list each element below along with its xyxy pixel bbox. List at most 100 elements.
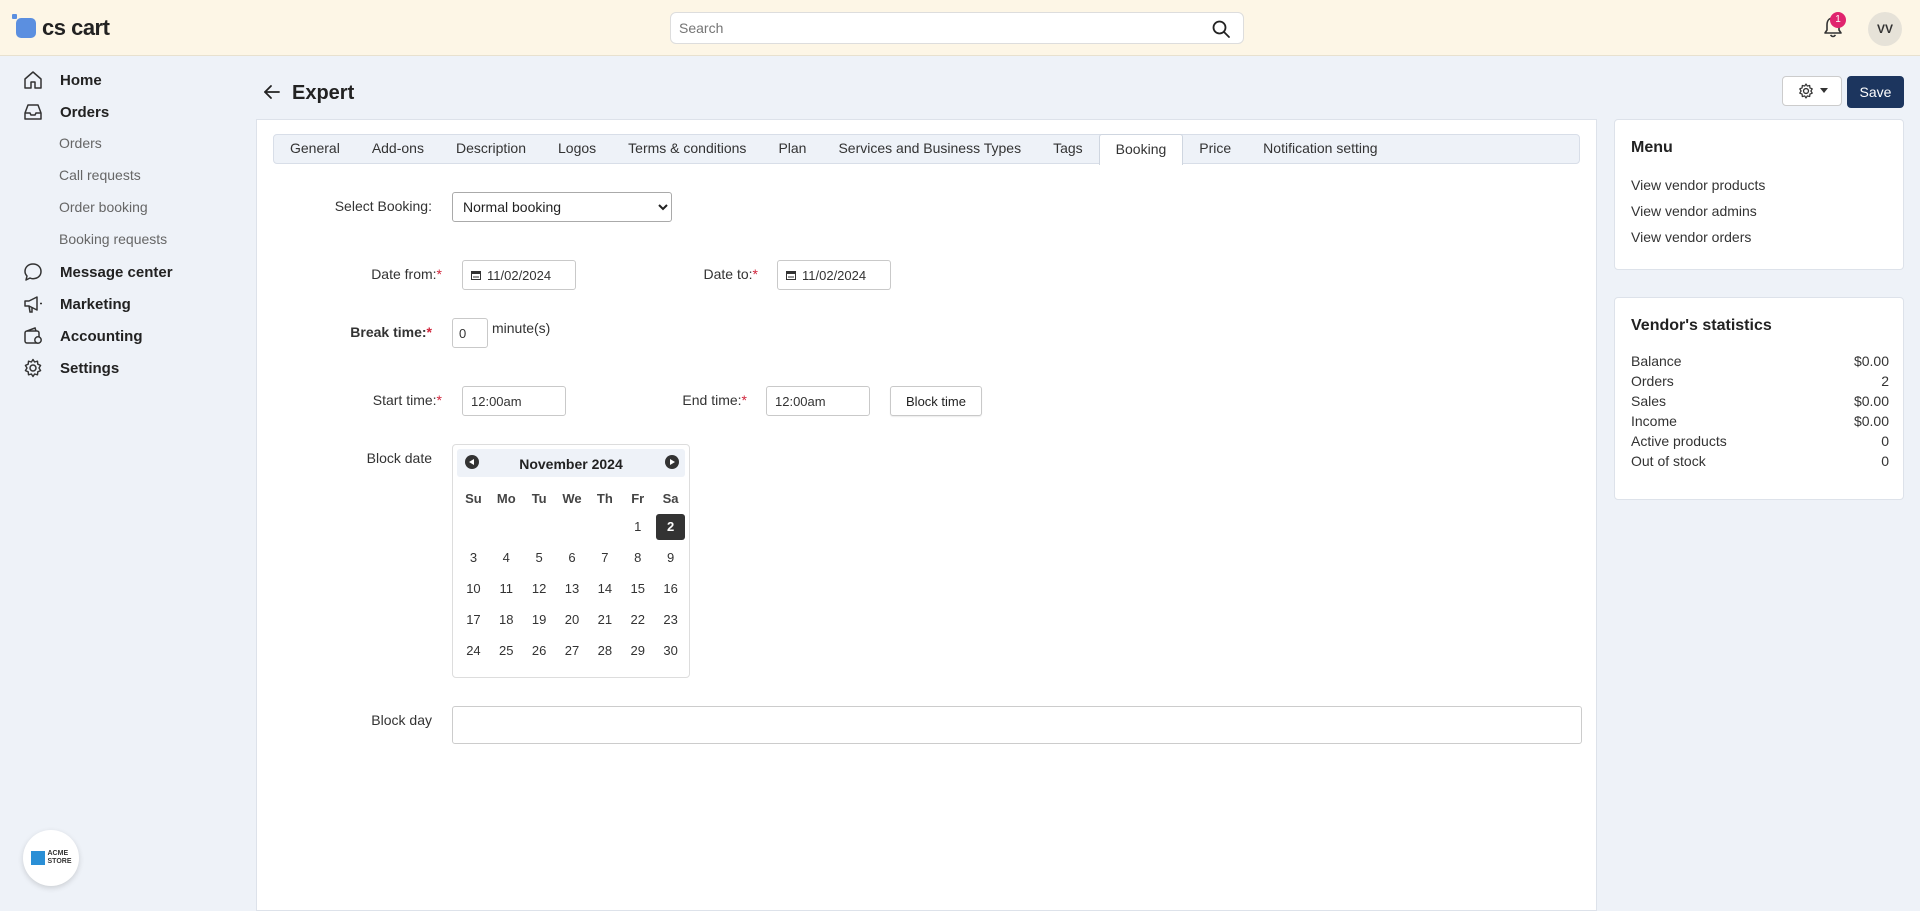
- calendar-day[interactable]: 29: [621, 638, 654, 664]
- calendar-day[interactable]: 30: [654, 638, 687, 664]
- tab-services-business-types[interactable]: Services and Business Types: [822, 134, 1037, 164]
- calendar-day[interactable]: 9: [654, 545, 687, 571]
- settings-dropdown-button[interactable]: [1782, 76, 1842, 106]
- calendar-day[interactable]: 6: [556, 545, 589, 571]
- logo[interactable]: cs cart: [12, 14, 110, 42]
- block-day-input[interactable]: [452, 706, 1582, 744]
- calendar-day[interactable]: 7: [588, 545, 621, 571]
- back-arrow-icon[interactable]: [262, 82, 282, 102]
- calendar-day[interactable]: 23: [654, 607, 687, 633]
- logo-icon: [12, 14, 36, 38]
- calendar-day[interactable]: 15: [621, 576, 654, 602]
- calendar-day[interactable]: 28: [588, 638, 621, 664]
- sidebar-subitem-booking-requests[interactable]: Booking requests: [59, 231, 167, 247]
- stat-label: Income: [1631, 413, 1677, 429]
- end-time-label: End time:*: [620, 392, 747, 408]
- tab-terms-conditions[interactable]: Terms & conditions: [612, 134, 762, 164]
- calendar-day[interactable]: 1: [621, 514, 654, 540]
- calendar-day[interactable]: 18: [490, 607, 523, 633]
- tab-logos[interactable]: Logos: [542, 134, 612, 164]
- tab-description[interactable]: Description: [440, 134, 542, 164]
- calendar-day[interactable]: 4: [490, 545, 523, 571]
- calendar-day[interactable]: 13: [556, 576, 589, 602]
- view-vendor-orders-link[interactable]: View vendor orders: [1631, 229, 1751, 245]
- calendar-day[interactable]: 27: [556, 638, 589, 664]
- sidebar-subitem-orders[interactable]: Orders: [59, 135, 102, 151]
- view-vendor-admins-link[interactable]: View vendor admins: [1631, 203, 1757, 219]
- stat-row-out-of-stock: Out of stock 0: [1631, 453, 1889, 469]
- tab-booking[interactable]: Booking: [1098, 134, 1184, 165]
- save-button[interactable]: Save: [1847, 76, 1904, 108]
- view-vendor-products-link[interactable]: View vendor products: [1631, 177, 1765, 193]
- calendar-day[interactable]: 3: [457, 545, 490, 571]
- date-to-input[interactable]: 11/02/2024: [777, 260, 891, 290]
- calendar-day[interactable]: 10: [457, 576, 490, 602]
- start-time-input[interactable]: 12:00am: [462, 386, 566, 416]
- break-time-label-text: Break time:: [350, 324, 427, 340]
- calendar-day[interactable]: 8: [621, 545, 654, 571]
- sidebar-item-message-center[interactable]: Message center: [22, 260, 173, 284]
- block-date-label: Block date: [366, 450, 432, 466]
- calendar-day[interactable]: 21: [588, 607, 621, 633]
- sidebar-subitem-call-requests[interactable]: Call requests: [59, 167, 141, 183]
- tab-notification-setting[interactable]: Notification setting: [1247, 134, 1393, 164]
- calendar-day[interactable]: 19: [523, 607, 556, 633]
- page-title: Expert: [292, 82, 355, 104]
- date-from-input[interactable]: 11/02/2024: [462, 260, 576, 290]
- calendar-day[interactable]: 25: [490, 638, 523, 664]
- week-row: 1 2: [457, 511, 687, 542]
- tab-plan[interactable]: Plan: [762, 134, 822, 164]
- logo-text: cs cart: [42, 15, 110, 40]
- calendar-day[interactable]: 26: [523, 638, 556, 664]
- calendar-day[interactable]: 14: [588, 576, 621, 602]
- weekday: Sa: [662, 490, 679, 506]
- caret-down-icon: [1819, 88, 1828, 93]
- tab-add-ons[interactable]: Add-ons: [356, 134, 440, 164]
- datepicker-header: November 2024: [457, 449, 685, 477]
- date-to-label: Date to:*: [640, 266, 758, 282]
- calendar-day-selected[interactable]: 2: [656, 513, 686, 540]
- end-time-input[interactable]: 12:00am: [766, 386, 870, 416]
- calendar-day[interactable]: 5: [523, 545, 556, 571]
- sidebar-item-accounting[interactable]: Accounting: [22, 324, 143, 348]
- sidebar-item-orders[interactable]: Orders: [22, 100, 109, 124]
- calendar-day[interactable]: 16: [654, 576, 687, 602]
- sidebar: Home Orders Orders Call requests Order b…: [0, 57, 250, 911]
- store-badge[interactable]: ACME STORE: [23, 830, 79, 886]
- select-booking-label: Select Booking:: [334, 198, 432, 214]
- sidebar-item-label: Message center: [60, 263, 173, 281]
- calendar-day[interactable]: 12: [523, 576, 556, 602]
- stat-row-active-products: Active products 0: [1631, 433, 1889, 449]
- date-from-value: 11/02/2024: [487, 267, 552, 283]
- calendar-day[interactable]: 22: [621, 607, 654, 633]
- calendar-day[interactable]: 11: [490, 576, 523, 602]
- select-booking-dropdown[interactable]: Normal booking: [452, 192, 672, 222]
- avatar[interactable]: VV: [1868, 12, 1902, 46]
- stat-row-sales: Sales $0.00: [1631, 393, 1889, 409]
- gear-icon: [24, 358, 42, 378]
- calendar-day[interactable]: 24: [457, 638, 490, 664]
- sidebar-item-label: Orders: [60, 103, 110, 121]
- next-month-icon[interactable]: [665, 455, 679, 469]
- search-input[interactable]: [671, 13, 1191, 43]
- sidebar-item-home[interactable]: Home: [22, 68, 102, 92]
- week-row: 10 11 12 13 14 15 16: [457, 573, 687, 604]
- tab-general[interactable]: General: [274, 134, 356, 164]
- sidebar-item-settings[interactable]: Settings: [22, 356, 119, 380]
- tab-tags[interactable]: Tags: [1037, 134, 1099, 164]
- sidebar-subitem-order-booking[interactable]: Order booking: [59, 199, 148, 215]
- weekday: We: [562, 490, 582, 506]
- break-time-unit: minute(s): [492, 320, 551, 336]
- chat-icon: [24, 263, 42, 281]
- break-time-input[interactable]: 0: [452, 318, 488, 348]
- tab-price[interactable]: Price: [1183, 134, 1247, 164]
- sidebar-item-marketing[interactable]: Marketing: [22, 292, 131, 316]
- store-name-line1: ACME: [47, 850, 69, 857]
- date-from-label: Date from:*: [300, 266, 442, 282]
- calendar-day[interactable]: 20: [556, 607, 589, 633]
- block-time-button[interactable]: Block time: [890, 386, 982, 416]
- calendar-day[interactable]: 17: [457, 607, 490, 633]
- weekday: Su: [465, 490, 482, 506]
- stat-label: Active products: [1631, 433, 1727, 449]
- search-icon[interactable]: [1211, 19, 1231, 39]
